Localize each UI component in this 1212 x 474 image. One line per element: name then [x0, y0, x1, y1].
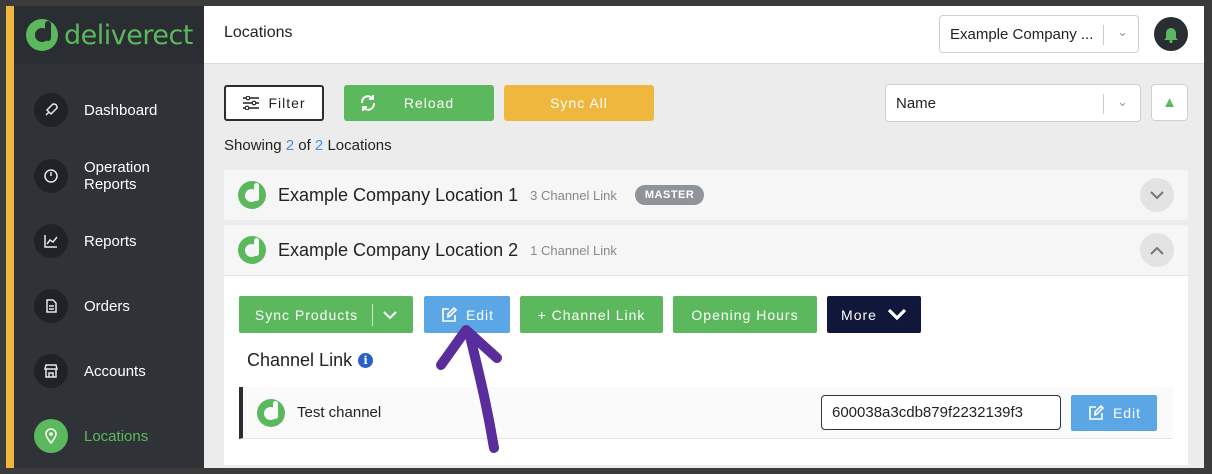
chevron-down-icon: ⌄ [1117, 94, 1128, 109]
sliders-icon [243, 96, 260, 110]
sidebar-item-dashboard[interactable]: Dashboard [34, 93, 157, 127]
gauge-icon [34, 159, 68, 193]
channel-link-label: + Channel Link [537, 306, 646, 323]
sort-direction-button[interactable]: ▲ [1151, 84, 1188, 121]
button-divider [372, 303, 374, 326]
deliverect-logo-icon [238, 236, 266, 264]
summary-suffix: Locations [327, 137, 392, 154]
sync-all-button[interactable]: Sync All [504, 85, 654, 121]
brand-logo[interactable]: deliverect [14, 6, 204, 64]
company-select-value: Example Company ... [950, 25, 1094, 43]
sidebar-item-label: Accounts [84, 362, 146, 380]
channel-link-count: 3 Channel Link [530, 187, 617, 203]
channel-name: Test channel [297, 404, 382, 421]
edit-channel-button[interactable]: Edit [1071, 395, 1157, 431]
deliverect-logo-icon [26, 19, 58, 51]
sort-field-select[interactable]: Name ⌄ [885, 84, 1141, 122]
reload-button[interactable]: Reload [344, 85, 494, 121]
summary-total-count: 2 [314, 137, 324, 154]
filter-button[interactable]: Filter [224, 85, 324, 121]
deliverect-logo-icon [238, 181, 266, 209]
deliverect-logo-icon [257, 398, 285, 427]
expand-toggle-button[interactable] [1140, 178, 1174, 212]
location-name: Example Company Location 1 [278, 184, 519, 205]
summary-shown-count: 2 [285, 137, 295, 154]
chart-icon [34, 224, 68, 258]
edit-icon [440, 306, 458, 324]
chevron-down-icon[interactable] [383, 307, 397, 323]
sidebar: deliverect Dashboard Operation Reports R… [6, 6, 204, 468]
triangle-up-icon: ▲ [1162, 94, 1177, 111]
add-channel-link-button[interactable]: + Channel Link [520, 296, 663, 333]
sidebar-item-accounts[interactable]: Accounts [34, 354, 146, 388]
map-pin-icon [34, 419, 68, 453]
sync-products-label: Sync Products [254, 306, 359, 323]
info-icon[interactable]: i [358, 353, 374, 368]
sidebar-item-locations[interactable]: Locations [34, 419, 148, 453]
main-content: Locations Example Company ... ⌄ Filter R… [204, 6, 1204, 468]
opening-hours-button[interactable]: Opening Hours [673, 296, 817, 333]
select-separator [1103, 94, 1104, 114]
sync-products-button[interactable]: Sync Products [239, 296, 413, 333]
channel-link-section-title: Channel Link i [247, 350, 374, 371]
document-icon [34, 289, 68, 323]
more-button[interactable]: More [827, 296, 921, 333]
summary-prefix: Showing [224, 137, 282, 154]
refresh-icon [360, 95, 376, 111]
location-card: Example Company Location 2 1 Channel Lin… [224, 225, 1188, 465]
master-badge: MASTER [634, 185, 705, 205]
opening-hours-label: Opening Hours [691, 306, 799, 323]
select-separator [1103, 25, 1104, 45]
brand-name: deliverect [64, 19, 193, 51]
collapse-toggle-button[interactable] [1140, 233, 1174, 267]
sidebar-item-orders[interactable]: Orders [34, 289, 130, 323]
sort-field-value: Name [896, 94, 937, 112]
sidebar-item-label: Dashboard [84, 101, 158, 119]
reload-label: Reload [403, 95, 455, 111]
edit-label: Edit [465, 306, 495, 323]
sync-all-label: Sync All [550, 95, 608, 111]
location-header[interactable]: Example Company Location 2 1 Channel Lin… [224, 225, 1188, 275]
more-label: More [841, 306, 877, 323]
location-card: Example Company Location 1 3 Channel Lin… [224, 170, 1188, 220]
chevron-up-icon [1150, 242, 1164, 258]
location-details: Sync Products Edit + Channel Link Openin… [224, 275, 1188, 465]
channel-link-count: 1 Channel Link [530, 242, 617, 258]
sidebar-item-label: Operation Reports [84, 159, 150, 193]
chevron-down-icon [1150, 187, 1164, 203]
channel-id-value: 600038a3cdb879f2232139f3 [832, 404, 1024, 421]
location-name: Example Company Location 2 [278, 239, 519, 260]
bell-icon[interactable] [1154, 17, 1188, 51]
sidebar-item-label: Orders [84, 297, 130, 315]
edit-location-button[interactable]: Edit [424, 296, 510, 333]
channel-id-field[interactable]: 600038a3cdb879f2232139f3 [821, 395, 1061, 430]
top-bar: Locations Example Company ... ⌄ [204, 6, 1204, 64]
edit-label: Edit [1112, 405, 1142, 421]
company-select[interactable]: Example Company ... ⌄ [939, 15, 1139, 53]
summary-of: of [298, 137, 311, 154]
channel-row: Test channel 600038a3cdb879f2232139f3 Ed… [239, 387, 1173, 439]
sidebar-item-label: Reports [84, 232, 137, 250]
filter-label: Filter [268, 95, 306, 111]
results-summary: Showing 2 of 2 Locations [224, 137, 392, 154]
rocket-icon [34, 93, 68, 127]
sidebar-item-reports[interactable]: Reports [34, 224, 137, 258]
sidebar-item-label: Locations [84, 427, 149, 445]
page-title: Locations [224, 24, 293, 41]
chevron-down-icon: ⌄ [1117, 24, 1128, 39]
chevron-down-icon [887, 308, 907, 321]
store-icon [34, 354, 68, 388]
edit-icon [1087, 404, 1105, 422]
location-header[interactable]: Example Company Location 1 3 Channel Lin… [224, 170, 1188, 220]
channel-link-title: Channel Link [247, 350, 353, 370]
sidebar-item-operation-reports[interactable]: Operation Reports [34, 159, 150, 193]
